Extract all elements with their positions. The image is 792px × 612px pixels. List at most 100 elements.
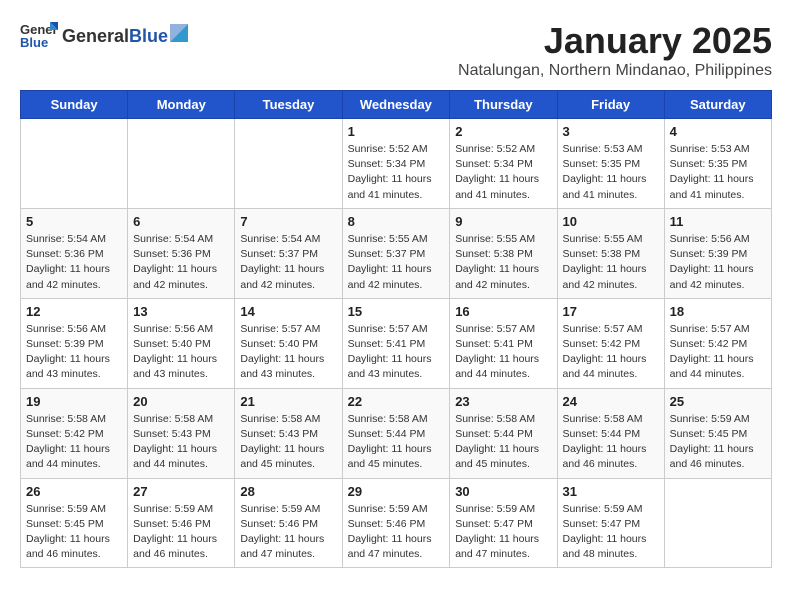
calendar-empty-cell [21, 119, 128, 209]
calendar-day-3: 3Sunrise: 5:53 AM Sunset: 5:35 PM Daylig… [557, 119, 664, 209]
day-info: Sunrise: 5:58 AM Sunset: 5:43 PM Dayligh… [133, 412, 229, 473]
calendar-day-27: 27 Sunrise: 5:59 AM Sunset: 5:46 PM Dayli… [128, 478, 235, 568]
day-number: 19 [26, 394, 122, 409]
day-info: Sunrise: 5:58 AM Sunset: 5:43 PM Dayligh… [240, 412, 336, 473]
calendar-week-row: 19Sunrise: 5:58 AM Sunset: 5:42 PM Dayli… [21, 388, 772, 478]
calendar-week-row: 1 Sunrise: 5:52 AM Sunset: 5:34 PM Daylig… [21, 119, 772, 209]
day-number: 28 [240, 484, 336, 499]
calendar-week-row: 5 Sunrise: 5:54 AM Sunset: 5:36 PM Daylig… [21, 208, 772, 298]
day-info: Sunrise: 5:54 AM Sunset: 5:37 PM Dayligh… [240, 232, 336, 293]
calendar-header-thursday: Thursday [450, 91, 557, 119]
day-info: Sunrise: 5:53 AM Sunset: 5:35 PM Dayligh… [670, 142, 766, 203]
day-info: Sunrise: 5:56 AM Sunset: 5:40 PM Dayligh… [133, 322, 229, 383]
calendar-header-friday: Friday [557, 91, 664, 119]
day-info: Sunrise: 5:59 AM Sunset: 5:46 PM Dayligh… [133, 502, 229, 563]
calendar-day-21: 21Sunrise: 5:58 AM Sunset: 5:43 PM Dayli… [235, 388, 342, 478]
day-number: 13 [133, 304, 229, 319]
day-number: 20 [133, 394, 229, 409]
day-number: 16 [455, 304, 551, 319]
calendar-empty-cell [235, 119, 342, 209]
calendar-day-4: 4 Sunrise: 5:53 AM Sunset: 5:35 PM Daylig… [664, 119, 771, 209]
calendar-day-16: 16 Sunrise: 5:57 AM Sunset: 5:41 PM Dayli… [450, 298, 557, 388]
day-number: 26 [26, 484, 122, 499]
calendar-header-wednesday: Wednesday [342, 91, 450, 119]
title-month: January 2025 [458, 20, 772, 62]
day-info: Sunrise: 5:58 AM Sunset: 5:44 PM Dayligh… [348, 412, 445, 473]
calendar-day-7: 7 Sunrise: 5:54 AM Sunset: 5:37 PM Daylig… [235, 208, 342, 298]
logo: General Blue General Blue [20, 20, 188, 50]
calendar-table: SundayMondayTuesdayWednesdayThursdayFrid… [20, 90, 772, 568]
day-number: 30 [455, 484, 551, 499]
calendar-day-6: 6 Sunrise: 5:54 AM Sunset: 5:36 PM Daylig… [128, 208, 235, 298]
day-number: 2 [455, 124, 551, 139]
calendar-header-row: SundayMondayTuesdayWednesdayThursdayFrid… [21, 91, 772, 119]
calendar-day-13: 13 Sunrise: 5:56 AM Sunset: 5:40 PM Dayli… [128, 298, 235, 388]
calendar-day-22: 22 Sunrise: 5:58 AM Sunset: 5:44 PM Dayli… [342, 388, 450, 478]
day-number: 31 [563, 484, 659, 499]
day-number: 11 [670, 214, 766, 229]
day-number: 8 [348, 214, 445, 229]
calendar-day-26: 26 Sunrise: 5:59 AM Sunset: 5:45 PM Dayli… [21, 478, 128, 568]
day-info: Sunrise: 5:56 AM Sunset: 5:39 PM Dayligh… [670, 232, 766, 293]
calendar-day-20: 20 Sunrise: 5:58 AM Sunset: 5:43 PM Dayli… [128, 388, 235, 478]
logo-icon: General Blue [20, 20, 58, 50]
day-info: Sunrise: 5:58 AM Sunset: 5:44 PM Dayligh… [455, 412, 551, 473]
day-number: 4 [670, 124, 766, 139]
day-number: 15 [348, 304, 445, 319]
page-header: General Blue General Blue January 2025 N… [20, 20, 772, 80]
title-block: January 2025 Natalungan, Northern Mindan… [458, 20, 772, 80]
day-number: 6 [133, 214, 229, 229]
day-info: Sunrise: 5:53 AM Sunset: 5:35 PM Dayligh… [563, 142, 659, 203]
day-number: 10 [563, 214, 659, 229]
day-number: 17 [563, 304, 659, 319]
day-number: 25 [670, 394, 766, 409]
day-info: Sunrise: 5:57 AM Sunset: 5:40 PM Dayligh… [240, 322, 336, 383]
logo-text-general: General [62, 26, 129, 47]
day-number: 12 [26, 304, 122, 319]
calendar-header-sunday: Sunday [21, 91, 128, 119]
calendar-day-31: 31 Sunrise: 5:59 AM Sunset: 5:47 PM Dayli… [557, 478, 664, 568]
day-info: Sunrise: 5:58 AM Sunset: 5:44 PM Dayligh… [563, 412, 659, 473]
day-info: Sunrise: 5:57 AM Sunset: 5:41 PM Dayligh… [455, 322, 551, 383]
calendar-day-17: 17 Sunrise: 5:57 AM Sunset: 5:42 PM Dayli… [557, 298, 664, 388]
calendar-day-8: 8 Sunrise: 5:55 AM Sunset: 5:37 PM Daylig… [342, 208, 450, 298]
day-info: Sunrise: 5:52 AM Sunset: 5:34 PM Dayligh… [348, 142, 445, 203]
day-number: 7 [240, 214, 336, 229]
day-number: 1 [348, 124, 445, 139]
calendar-day-11: 11 Sunrise: 5:56 AM Sunset: 5:39 PM Dayli… [664, 208, 771, 298]
calendar-empty-cell [128, 119, 235, 209]
calendar-day-24: 24Sunrise: 5:58 AM Sunset: 5:44 PM Dayli… [557, 388, 664, 478]
calendar-day-5: 5Sunrise: 5:54 AM Sunset: 5:36 PM Daylig… [21, 208, 128, 298]
day-number: 18 [670, 304, 766, 319]
calendar-day-12: 12 Sunrise: 5:56 AM Sunset: 5:39 PM Dayli… [21, 298, 128, 388]
day-info: Sunrise: 5:57 AM Sunset: 5:42 PM Dayligh… [670, 322, 766, 383]
calendar-week-row: 12 Sunrise: 5:56 AM Sunset: 5:39 PM Dayli… [21, 298, 772, 388]
calendar-header-saturday: Saturday [664, 91, 771, 119]
day-info: Sunrise: 5:59 AM Sunset: 5:46 PM Dayligh… [348, 502, 445, 563]
day-info: Sunrise: 5:57 AM Sunset: 5:41 PM Dayligh… [348, 322, 445, 383]
day-number: 29 [348, 484, 445, 499]
day-info: Sunrise: 5:55 AM Sunset: 5:38 PM Dayligh… [563, 232, 659, 293]
day-number: 22 [348, 394, 445, 409]
day-number: 5 [26, 214, 122, 229]
calendar-week-row: 26 Sunrise: 5:59 AM Sunset: 5:45 PM Dayli… [21, 478, 772, 568]
day-number: 14 [240, 304, 336, 319]
day-info: Sunrise: 5:59 AM Sunset: 5:45 PM Dayligh… [26, 502, 122, 563]
calendar-day-18: 18 Sunrise: 5:57 AM Sunset: 5:42 PM Dayli… [664, 298, 771, 388]
day-info: Sunrise: 5:59 AM Sunset: 5:47 PM Dayligh… [455, 502, 551, 563]
calendar-day-15: 15 Sunrise: 5:57 AM Sunset: 5:41 PM Dayli… [342, 298, 450, 388]
title-location: Natalungan, Northern Mindanao, Philippin… [458, 62, 772, 80]
calendar-day-10: 10 Sunrise: 5:55 AM Sunset: 5:38 PM Dayli… [557, 208, 664, 298]
calendar-day-14: 14 Sunrise: 5:57 AM Sunset: 5:40 PM Dayli… [235, 298, 342, 388]
day-info: Sunrise: 5:55 AM Sunset: 5:37 PM Dayligh… [348, 232, 445, 293]
day-info: Sunrise: 5:54 AM Sunset: 5:36 PM Dayligh… [133, 232, 229, 293]
day-info: Sunrise: 5:55 AM Sunset: 5:38 PM Dayligh… [455, 232, 551, 293]
day-info: Sunrise: 5:57 AM Sunset: 5:42 PM Dayligh… [563, 322, 659, 383]
day-info: Sunrise: 5:59 AM Sunset: 5:47 PM Dayligh… [563, 502, 659, 563]
logo-text-blue: Blue [129, 26, 168, 47]
day-number: 23 [455, 394, 551, 409]
svg-text:Blue: Blue [20, 35, 48, 50]
day-info: Sunrise: 5:56 AM Sunset: 5:39 PM Dayligh… [26, 322, 122, 383]
day-info: Sunrise: 5:52 AM Sunset: 5:34 PM Dayligh… [455, 142, 551, 203]
day-number: 27 [133, 484, 229, 499]
